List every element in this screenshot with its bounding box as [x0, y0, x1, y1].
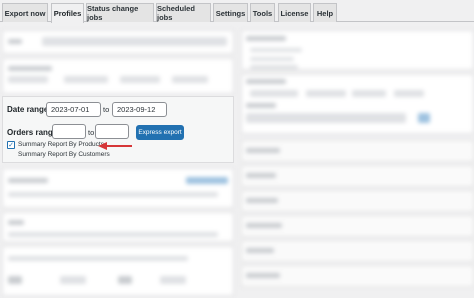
tab-help[interactable]: Help	[313, 3, 337, 22]
date-from-input[interactable]: 2023-07-01	[46, 102, 101, 117]
tab-label: Tools	[252, 8, 273, 18]
tab-status-change-jobs[interactable]: Status change jobs	[86, 3, 154, 22]
tab-tools[interactable]: Tools	[250, 3, 275, 22]
tab-export-now[interactable]: Export now	[2, 3, 48, 22]
tab-settings[interactable]: Settings	[213, 3, 248, 22]
tab-label: Status change jobs	[87, 4, 139, 22]
orders-to-input[interactable]	[95, 124, 129, 139]
date-to-input[interactable]: 2023-09-12	[112, 102, 167, 117]
summary-customers-label: Summary Report By Customers	[18, 151, 110, 158]
orders-range-label: Orders range	[7, 128, 58, 137]
tab-profiles[interactable]: Profiles	[51, 3, 84, 23]
tab-license[interactable]: License	[278, 3, 311, 22]
orders-from-input[interactable]	[52, 124, 86, 139]
tab-bar: Export now Profiles Status change jobs S…	[0, 0, 474, 23]
date-to-label: to	[103, 105, 110, 114]
checkmark-icon: ✓	[8, 142, 14, 149]
tab-label: Scheduled jobs	[157, 4, 195, 22]
tab-label: Settings	[215, 8, 246, 18]
orders-to-label: to	[88, 128, 95, 137]
express-export-button[interactable]: Express export	[136, 125, 184, 140]
tab-label: Help	[316, 8, 334, 18]
tab-scheduled-jobs[interactable]: Scheduled jobs	[156, 3, 211, 22]
summary-products-label: Summary Report By Products	[18, 141, 104, 148]
summary-products-checkbox[interactable]: ✓	[7, 141, 15, 149]
tab-label: License	[280, 8, 309, 18]
tab-label: Profiles	[53, 9, 82, 18]
tab-label: Export now	[4, 8, 46, 18]
red-arrow-icon	[98, 142, 132, 150]
express-export-label: Express export	[138, 129, 182, 136]
date-range-label: Date range	[7, 105, 49, 114]
